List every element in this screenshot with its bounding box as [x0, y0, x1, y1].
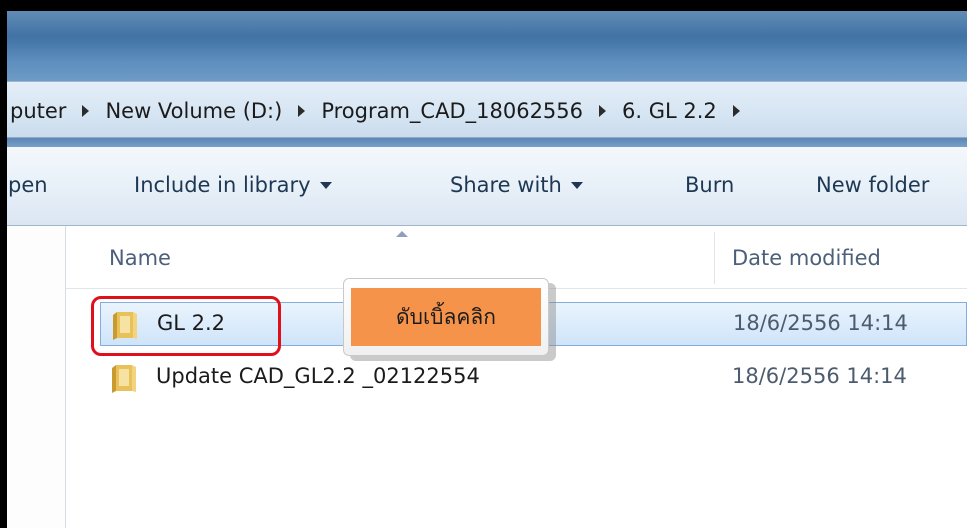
share-with-label: Share with	[450, 173, 562, 197]
open-button[interactable]: pen	[8, 173, 48, 197]
include-in-library-label: Include in library	[134, 173, 311, 197]
breadcrumb: puter New Volume (D:) Program_CAD_180625…	[7, 96, 752, 126]
command-toolbar: pen Include in library Share with Burn N…	[7, 147, 967, 226]
navigation-pane[interactable]	[7, 226, 66, 528]
breadcrumb-computer[interactable]: puter	[6, 99, 70, 123]
new-folder-label: New folder	[816, 173, 930, 197]
breadcrumb-new-volume[interactable]: New Volume (D:)	[101, 99, 286, 123]
new-folder-button[interactable]: New folder	[816, 173, 929, 197]
column-divider[interactable]	[714, 232, 715, 284]
burn-label: Burn	[685, 173, 735, 197]
file-row-update-cad[interactable]: Update CAD_GL2.2 _02122554 18/6/2556 14:…	[100, 356, 967, 400]
dropdown-arrow-icon	[319, 181, 332, 189]
double-click-tooltip: ดับเบิ้ลคลิก	[351, 288, 541, 346]
highlight-box	[91, 296, 281, 356]
chevron-right-icon[interactable]	[732, 105, 740, 117]
file-name: Update CAD_GL2.2 _02122554	[156, 364, 480, 388]
include-in-library-button[interactable]: Include in library	[134, 173, 332, 197]
tooltip-text: ดับเบิ้ลคลิก	[396, 304, 496, 329]
address-bar[interactable]: puter New Volume (D:) Program_CAD_180625…	[7, 81, 967, 138]
burn-button[interactable]: Burn	[685, 173, 734, 197]
open-button-label: pen	[8, 173, 48, 197]
file-date: 18/6/2556 14:14	[733, 311, 908, 335]
breadcrumb-program-cad[interactable]: Program_CAD_18062556	[317, 99, 587, 123]
column-header-name[interactable]: Name	[109, 246, 171, 270]
chevron-right-icon[interactable]	[82, 105, 90, 117]
folder-icon	[112, 365, 136, 393]
share-with-button[interactable]: Share with	[450, 173, 583, 197]
file-date: 18/6/2556 14:14	[732, 364, 907, 388]
window-title-bar[interactable]	[7, 11, 967, 81]
title-bar-sheen	[7, 11, 967, 41]
chevron-right-icon[interactable]	[599, 105, 607, 117]
sort-ascending-icon	[396, 231, 408, 237]
column-header-date-modified[interactable]: Date modified	[732, 246, 881, 270]
chevron-right-icon[interactable]	[298, 105, 306, 117]
address-bar-bottom-strip	[7, 138, 967, 147]
file-list[interactable]: Name Date modified GL 2.2 18/6/2556 14:1…	[66, 226, 967, 528]
breadcrumb-gl[interactable]: 6. GL 2.2	[618, 99, 721, 123]
dropdown-arrow-icon	[570, 181, 583, 189]
